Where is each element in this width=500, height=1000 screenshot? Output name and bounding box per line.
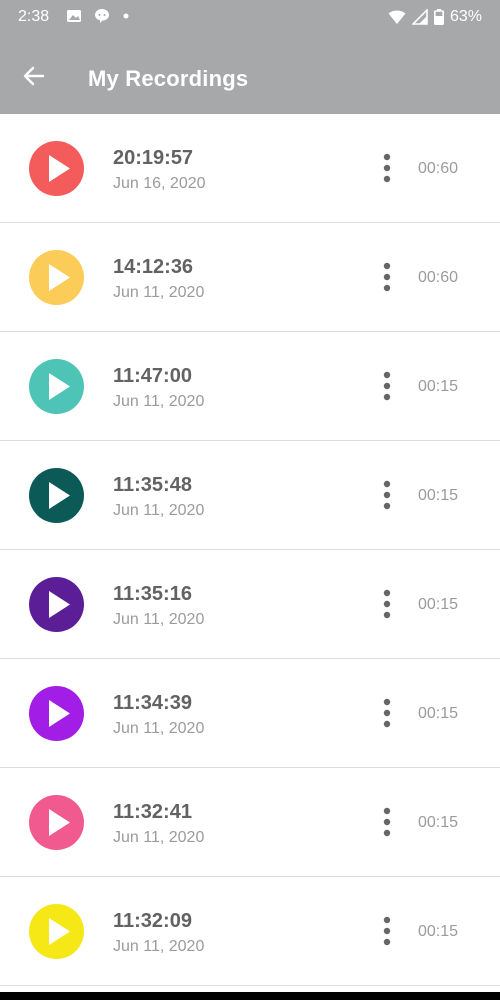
play-button[interactable] bbox=[29, 904, 84, 959]
more-vert-icon bbox=[383, 916, 391, 946]
more-options-button[interactable] bbox=[377, 370, 397, 402]
more-options-button[interactable] bbox=[377, 806, 397, 838]
battery-icon bbox=[433, 9, 444, 25]
recording-row[interactable]: 20:19:57 Jun 16, 2020 00:60 bbox=[0, 114, 500, 223]
recording-date: Jun 11, 2020 bbox=[113, 611, 205, 628]
more-options-button[interactable] bbox=[377, 152, 397, 184]
recording-duration: 00:15 bbox=[418, 596, 459, 613]
more-vert-icon bbox=[383, 262, 391, 292]
more-vert-icon bbox=[383, 371, 391, 401]
play-button[interactable] bbox=[29, 141, 84, 196]
battery-percent: 63% bbox=[449, 8, 482, 25]
recording-date: Jun 11, 2020 bbox=[113, 393, 205, 410]
recording-row[interactable]: 11:35:16 Jun 11, 2020 00:15 bbox=[0, 550, 500, 659]
recording-time: 11:32:09 bbox=[113, 910, 192, 932]
play-icon bbox=[29, 359, 84, 414]
more-options-button[interactable] bbox=[377, 915, 397, 947]
recording-row[interactable]: 11:35:48 Jun 11, 2020 00:15 bbox=[0, 441, 500, 550]
more-vert-icon bbox=[383, 589, 391, 619]
play-icon bbox=[29, 250, 84, 305]
play-button[interactable] bbox=[29, 359, 84, 414]
recording-duration: 00:15 bbox=[418, 487, 459, 504]
recording-time: 11:32:41 bbox=[113, 801, 192, 823]
play-icon bbox=[29, 904, 84, 959]
recording-time: 11:47:00 bbox=[113, 365, 192, 387]
play-button[interactable] bbox=[29, 686, 84, 741]
wifi-icon bbox=[388, 10, 406, 24]
chat-bubble-icon bbox=[95, 9, 109, 23]
play-icon bbox=[29, 141, 84, 196]
recording-date: Jun 16, 2020 bbox=[113, 175, 206, 192]
recording-row[interactable]: 14:12:36 Jun 11, 2020 00:60 bbox=[0, 223, 500, 332]
recording-date: Jun 11, 2020 bbox=[113, 938, 205, 955]
status-time: 2:38 bbox=[18, 8, 50, 25]
more-options-button[interactable] bbox=[377, 479, 397, 511]
recording-time: 20:19:57 bbox=[113, 147, 194, 169]
back-button[interactable] bbox=[20, 62, 48, 90]
app-bar: My Recordings bbox=[0, 34, 500, 114]
status-bar: 2:38 63% bbox=[0, 0, 500, 34]
recording-time: 11:34:39 bbox=[113, 692, 192, 714]
more-vert-icon bbox=[383, 807, 391, 837]
notification-icons bbox=[66, 8, 130, 24]
recording-duration: 00:60 bbox=[418, 160, 459, 177]
play-button[interactable] bbox=[29, 577, 84, 632]
status-right: 63% bbox=[388, 8, 482, 26]
recording-time: 11:35:16 bbox=[113, 583, 192, 605]
recording-duration: 00:15 bbox=[418, 378, 459, 395]
image-icon bbox=[67, 10, 81, 22]
recording-date: Jun 11, 2020 bbox=[113, 720, 205, 737]
recording-row[interactable]: 11:32:09 Jun 11, 2020 00:15 bbox=[0, 877, 500, 986]
more-vert-icon bbox=[383, 698, 391, 728]
recording-duration: 00:60 bbox=[418, 269, 459, 286]
more-options-button[interactable] bbox=[377, 261, 397, 293]
recording-duration: 00:15 bbox=[418, 923, 459, 940]
recording-duration: 00:15 bbox=[418, 814, 459, 831]
play-button[interactable] bbox=[29, 795, 84, 850]
recording-date: Jun 11, 2020 bbox=[113, 829, 205, 846]
recording-row[interactable]: 11:32:41 Jun 11, 2020 00:15 bbox=[0, 768, 500, 877]
recording-duration: 00:15 bbox=[418, 705, 459, 722]
recording-time: 14:12:36 bbox=[113, 256, 194, 278]
play-icon bbox=[29, 468, 84, 523]
signal-icon bbox=[411, 9, 428, 25]
page-title: My Recordings bbox=[88, 66, 249, 91]
play-icon bbox=[29, 577, 84, 632]
recordings-list: 20:19:57 Jun 16, 2020 00:60 14:12:36 Jun… bbox=[0, 114, 500, 986]
more-options-button[interactable] bbox=[377, 697, 397, 729]
recording-time: 11:35:48 bbox=[113, 474, 192, 496]
navigation-bar bbox=[0, 992, 500, 1000]
more-vert-icon bbox=[383, 480, 391, 510]
play-button[interactable] bbox=[29, 250, 84, 305]
play-icon bbox=[29, 795, 84, 850]
play-icon bbox=[29, 686, 84, 741]
more-vert-icon bbox=[383, 153, 391, 183]
recording-row[interactable]: 11:34:39 Jun 11, 2020 00:15 bbox=[0, 659, 500, 768]
recording-row[interactable]: 11:47:00 Jun 11, 2020 00:15 bbox=[0, 332, 500, 441]
more-options-button[interactable] bbox=[377, 588, 397, 620]
recording-date: Jun 11, 2020 bbox=[113, 502, 205, 519]
recording-date: Jun 11, 2020 bbox=[113, 284, 205, 301]
play-button[interactable] bbox=[29, 468, 84, 523]
arrow-back-icon bbox=[23, 66, 45, 86]
dot-icon bbox=[123, 13, 129, 19]
